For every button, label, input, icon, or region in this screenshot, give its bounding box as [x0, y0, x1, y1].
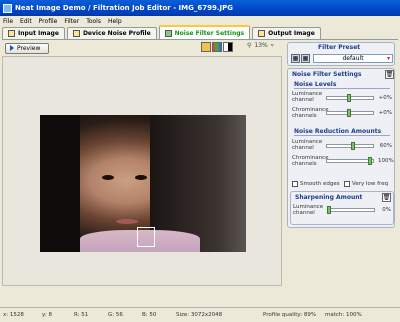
nr-chrominance-value: 100% [378, 158, 394, 164]
status-size: Size: 3072x2048 [176, 312, 223, 318]
nr-chrominance-slider[interactable] [326, 157, 374, 165]
save-preset-icon[interactable]: ▦ [301, 54, 310, 63]
nl-chrominance-slider[interactable] [326, 109, 374, 117]
slider-thumb[interactable] [368, 157, 372, 165]
filter-settings-icon [164, 29, 172, 37]
menu-help[interactable]: Help [108, 18, 122, 25]
filter-preset-group: Filter Preset ▦ ▦ default ▾ [287, 42, 395, 66]
noise-levels-title: Noise Levels [294, 81, 390, 89]
slider-thumb[interactable] [351, 142, 356, 150]
smooth-edges-checkbox[interactable]: Smooth edges [292, 181, 340, 187]
photo-hair-left [40, 115, 80, 252]
app-icon [3, 3, 12, 13]
tab-noise-filter-settings[interactable]: Noise Filter Settings [158, 25, 251, 39]
tab-label: Noise Filter Settings [174, 29, 245, 37]
photo-eye-left [102, 175, 114, 180]
zoom-control[interactable]: ⚲ 13% ▿ [247, 42, 274, 49]
status-r: R: 51 [74, 312, 89, 318]
device-profile-icon [72, 30, 80, 37]
zoom-arrows-icon: ▿ [270, 42, 274, 49]
status-quality: Profile quality: 89% [263, 312, 317, 318]
nr-luminance-slider[interactable] [326, 142, 374, 150]
window-title: Neat Image Demo / Filtration Job Editor … [15, 4, 233, 12]
menu-profile[interactable]: Profile [39, 18, 58, 25]
slider-thumb[interactable] [347, 94, 351, 102]
palette-icon[interactable] [201, 42, 211, 52]
slider-thumb[interactable] [347, 109, 351, 117]
tab-bar: Input Image Device Noise Profile Noise F… [2, 25, 398, 40]
tab-output-image[interactable]: Output Image [252, 27, 321, 39]
status-b: B: 50 [142, 312, 157, 318]
view-mode-icons [201, 42, 233, 52]
sh-luminance-label: Luminance channel [293, 204, 324, 216]
menu-file[interactable]: File [3, 18, 13, 25]
checkbox-box[interactable] [344, 181, 350, 187]
photo-eye-right [135, 175, 147, 180]
status-x: x: 1528 [3, 312, 24, 318]
title-bar: Neat Image Demo / Filtration Job Editor … [0, 0, 400, 16]
noise-filter-settings-title: Noise Filter Settings [292, 71, 362, 78]
filter-preset-value: default [342, 55, 364, 62]
play-icon [10, 45, 14, 51]
nr-luminance-label: Luminance channel [292, 139, 323, 151]
preview-label: Preview [17, 44, 41, 52]
nl-chrominance-label: Chrominance channels [292, 107, 329, 119]
tab-label: Output Image [268, 30, 315, 37]
sharpening-group: Sharpening Amount 🗑 Luminance channel 0% [290, 191, 394, 225]
preview-selection-box[interactable] [137, 227, 155, 247]
nr-chrominance-label: Chrominance channels [292, 155, 329, 167]
nl-luminance-label: Luminance channel [292, 91, 323, 103]
noise-filter-settings-group: Noise Filter Settings 🗑 Noise Levels Lum… [287, 68, 395, 228]
menu-edit[interactable]: Edit [20, 18, 32, 25]
nl-chrominance-value: +0% [378, 110, 392, 116]
smooth-edges-label: Smooth edges [300, 181, 340, 187]
slider-thumb[interactable] [327, 206, 331, 214]
image-canvas[interactable] [2, 56, 282, 286]
dropdown-arrow-icon: ▾ [386, 55, 390, 62]
status-y: y: 8 [42, 312, 52, 318]
nr-luminance-value: 60% [379, 143, 392, 149]
sh-luminance-slider[interactable] [327, 206, 375, 214]
contrast-icon[interactable] [223, 42, 233, 52]
output-image-icon [258, 30, 266, 37]
preview-toolbar: Preview ⚲ 13% ▿ [2, 41, 286, 55]
menu-tools[interactable]: Tools [86, 18, 101, 25]
filter-preset-title: Filter Preset [318, 44, 361, 51]
menu-filter[interactable]: Filter [64, 18, 79, 25]
preview-button[interactable]: Preview [5, 42, 49, 54]
trash-icon[interactable]: 🗑 [382, 193, 391, 202]
filter-preset-select[interactable]: default ▾ [313, 54, 393, 63]
trash-icon[interactable]: 🗑 [385, 70, 394, 79]
tab-label: Device Noise Profile [82, 30, 151, 37]
checkbox-box[interactable] [292, 181, 298, 187]
noise-reduction-title: Noise Reduction Amounts [294, 128, 390, 136]
color-channels-icon[interactable] [212, 42, 222, 52]
photo-mouth [116, 219, 138, 224]
magnifier-icon: ⚲ [247, 42, 252, 49]
load-preset-icon[interactable]: ▦ [291, 54, 300, 63]
tab-input-image[interactable]: Input Image [2, 27, 65, 39]
nl-luminance-slider[interactable] [326, 94, 374, 102]
nl-luminance-value: +0% [378, 95, 392, 101]
zoom-value: 13% [254, 42, 268, 49]
sh-luminance-value: 0% [382, 207, 391, 213]
very-low-freq-checkbox[interactable]: Very low freq [344, 181, 388, 187]
tab-label: Input Image [18, 30, 59, 37]
status-match: match: 100% [325, 312, 362, 318]
tab-device-noise-profile[interactable]: Device Noise Profile [66, 27, 157, 39]
status-bar: x: 1528 y: 8 R: 51 G: 56 B: 50 Size: 307… [0, 307, 400, 322]
sharpening-title: Sharpening Amount [295, 194, 363, 201]
settings-panel: Filter Preset ▦ ▦ default ▾ Noise Filter… [286, 41, 398, 286]
very-low-freq-label: Very low freq [352, 181, 389, 187]
input-image-icon [8, 30, 15, 37]
status-g: G: 56 [108, 312, 123, 318]
